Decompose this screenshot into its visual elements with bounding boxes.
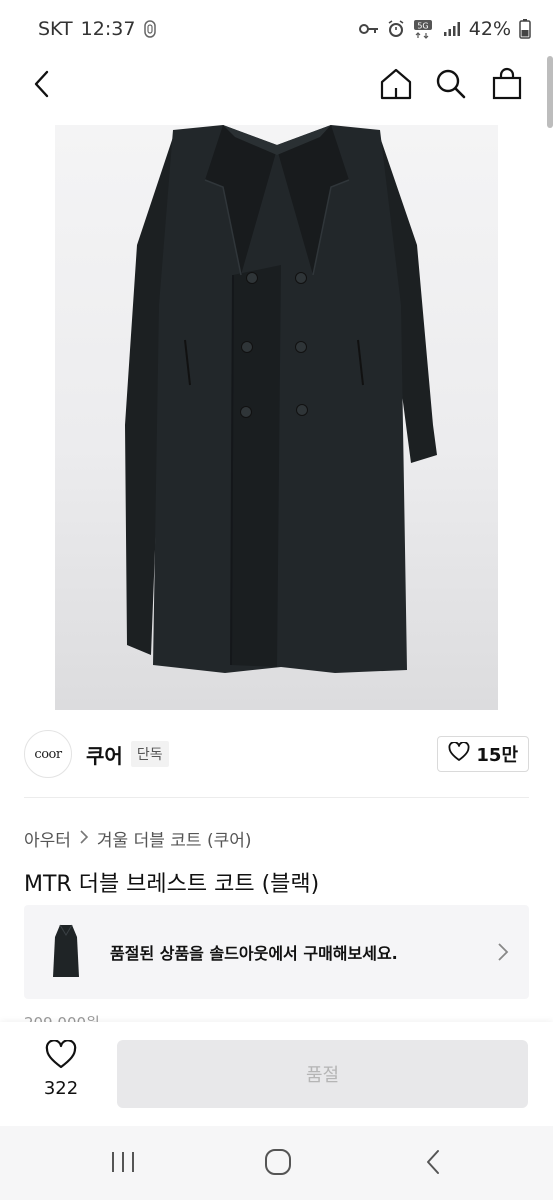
back-button[interactable] [22, 66, 62, 106]
breadcrumb-item[interactable]: 겨울 더블 코트 (쿠어) [97, 826, 252, 851]
alarm-icon [387, 20, 405, 38]
bottom-action-bar: 322 품절 [0, 1022, 553, 1126]
carrier-label: SKT [38, 18, 73, 40]
home-nav-button[interactable] [258, 1144, 298, 1184]
status-bar: SKT 12:37 5G 42% [0, 0, 553, 58]
recent-apps-icon [110, 1150, 136, 1178]
home-icon [379, 67, 413, 105]
key-icon [358, 22, 379, 36]
chevron-left-icon [33, 69, 51, 103]
heart-icon [448, 740, 470, 767]
system-nav-bar [0, 1126, 553, 1200]
search-icon [435, 68, 467, 104]
scrollbar-thumb[interactable] [547, 56, 553, 128]
back-nav-button[interactable] [413, 1144, 453, 1184]
heart-icon [45, 1039, 77, 1074]
home-circle-icon [264, 1148, 292, 1180]
chevron-right-icon [497, 942, 509, 962]
wishlist-count: 322 [43, 1078, 79, 1099]
breadcrumb: 아우터 겨울 더블 코트 (쿠어) [24, 826, 252, 851]
divider [24, 797, 529, 798]
soldout-banner[interactable]: 품절된 상품을 솔드아웃에서 구매해보세요. [24, 905, 529, 999]
product-image[interactable] [55, 125, 498, 710]
cart-button[interactable] [487, 66, 527, 106]
app-header [0, 58, 553, 114]
brand-row: coor 쿠어 단독 15만 [24, 728, 529, 780]
shopping-bag-icon [491, 67, 523, 105]
search-button[interactable] [431, 66, 471, 106]
brand-name[interactable]: 쿠어 [86, 740, 123, 769]
home-button[interactable] [376, 66, 416, 106]
product-title: MTR 더블 브레스트 코트 (블랙) [24, 872, 320, 897]
banner-thumbnail [46, 922, 86, 982]
product-detail-screen: SKT 12:37 5G 42% coor 쿠어 단독 15만 아우터 겨울 더… [0, 0, 553, 1200]
clock-time: 12:37 [80, 18, 136, 40]
breadcrumb-item[interactable]: 아우터 [24, 826, 71, 851]
recent-apps-button[interactable] [103, 1144, 143, 1184]
soldout-banner-text: 품절된 상품을 솔드아웃에서 구매해보세요. [110, 944, 398, 963]
signal-strength-icon [443, 21, 461, 37]
brand-logo[interactable]: coor [24, 730, 72, 778]
svg-text:5G: 5G [417, 22, 428, 31]
coat-illustration [125, 125, 437, 673]
fingerprint-icon [143, 19, 157, 39]
chevron-right-icon [79, 829, 89, 849]
wishlist-button[interactable]: 322 [28, 1039, 94, 1110]
exclusive-badge: 단독 [130, 741, 169, 767]
soldout-buy-button[interactable]: 품절 [117, 1040, 528, 1108]
network-5g-icon: 5G [413, 19, 435, 39]
battery-percent: 42% [468, 18, 511, 40]
brand-like-count: 15만 [476, 745, 518, 766]
chevron-left-icon [425, 1149, 441, 1179]
battery-icon [519, 19, 531, 39]
brand-like-button[interactable]: 15만 [437, 736, 529, 772]
